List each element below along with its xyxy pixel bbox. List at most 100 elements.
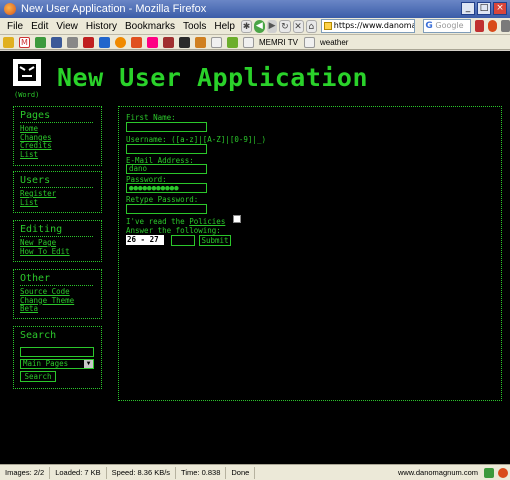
home-icon[interactable]: ⌂	[305, 19, 317, 33]
policies-link[interactable]: Policies	[189, 217, 225, 226]
bookmark-icon[interactable]	[99, 36, 110, 48]
policies-checkbox[interactable]	[233, 215, 241, 223]
menu-file[interactable]: File	[3, 21, 27, 32]
window-controls: _ □ ×	[461, 2, 507, 15]
menu-tools[interactable]: Tools	[179, 21, 210, 32]
bookmarks-bar: M MEMRI TV weather	[0, 35, 510, 50]
status-state: Done	[226, 466, 256, 479]
menu-edit[interactable]: Edit	[27, 21, 52, 32]
page-icon[interactable]	[211, 36, 222, 48]
bookmark-icon[interactable]	[83, 36, 94, 48]
throbber-icon: ✱	[240, 19, 253, 33]
policies-prefix: I've read the	[126, 217, 185, 226]
status-addon-icon[interactable]	[484, 467, 494, 478]
back-button-icon[interactable]: ◀	[254, 19, 265, 33]
bookmark-weather[interactable]: weather	[320, 38, 348, 47]
bookmark-memri-tv[interactable]: MEMRI TV	[259, 38, 298, 47]
addon-icon[interactable]	[474, 20, 484, 32]
bookmark-icon[interactable]	[115, 36, 126, 48]
logo-face-icon	[18, 64, 36, 81]
menu-view[interactable]: View	[52, 21, 82, 32]
bookmark-icon[interactable]	[179, 36, 190, 48]
sidebar-other-box: Other Source Code Change Theme Beta	[13, 269, 102, 319]
search-box[interactable]: G Google	[423, 19, 471, 33]
retype-password-label: Retype Password:	[126, 195, 199, 204]
download-icon[interactable]	[500, 20, 510, 32]
sidebar-editing-box: Editing New Page How To Edit	[13, 220, 102, 262]
bookmark-icon[interactable]	[67, 36, 78, 48]
search-scope-select[interactable]: Main Pages ▼	[20, 359, 94, 369]
page-content: (Word) New User Application Pages Home C…	[0, 51, 510, 464]
search-placeholder: Google	[435, 21, 464, 30]
sidebar-link-user-list[interactable]: List	[20, 198, 56, 208]
chevron-down-icon[interactable]: ▼	[84, 360, 93, 368]
sidebar-search-heading: Search	[20, 330, 57, 341]
username-field[interactable]	[126, 144, 207, 154]
firefox-icon	[4, 3, 16, 15]
close-button[interactable]: ×	[493, 2, 507, 15]
sidebar-link-list[interactable]: List	[20, 150, 52, 160]
adblock-icon[interactable]	[487, 20, 497, 32]
sidebar-pages-heading: Pages	[20, 110, 51, 121]
status-loaded: Loaded: 7 KB	[50, 466, 107, 479]
sidebar-search-box: Search Main Pages ▼ Search	[13, 326, 102, 389]
lock-icon	[323, 22, 332, 30]
captcha-label: Answer the following:	[126, 226, 221, 235]
gmail-icon[interactable]: M	[19, 36, 30, 48]
sidebar-link-how-to-edit[interactable]: How To Edit	[20, 247, 70, 257]
first-name-field[interactable]	[126, 122, 207, 132]
search-scope-value: Main Pages	[23, 359, 69, 368]
status-adblock-icon[interactable]	[498, 467, 508, 478]
folder-icon[interactable]	[3, 36, 14, 48]
bookmark-icon[interactable]	[131, 36, 142, 48]
facebook-icon[interactable]	[51, 36, 62, 48]
bookmark-icon[interactable]	[163, 36, 174, 48]
password-field[interactable]: ●●●●●●●●●●●	[126, 183, 207, 193]
policies-label: I've read the Policies	[126, 217, 225, 226]
window-titlebar: New User Application - Mozilla Firefox _…	[0, 0, 510, 18]
sidebar-pages-box: Pages Home Changes Credits List	[13, 106, 102, 166]
reload-icon[interactable]: ↻	[279, 19, 291, 33]
status-time: Time: 0.838	[176, 466, 227, 479]
menu-history[interactable]: History	[82, 21, 121, 32]
page-icon[interactable]	[303, 36, 315, 48]
logo-caption: (Word)	[14, 91, 40, 99]
url-bar[interactable]: https://www.danomagnum.com/w	[320, 19, 416, 33]
url-text: https://www.danomagnum.com/w	[333, 21, 415, 30]
captcha-answer-field[interactable]	[171, 235, 195, 246]
menu-help[interactable]: Help	[210, 21, 239, 32]
username-label: Username: ([a-z]|[A-Z]|[0-9]|_)	[126, 135, 266, 144]
sidebar-other-heading: Other	[20, 273, 51, 284]
bookmark-icon[interactable]	[35, 36, 46, 48]
minimize-button[interactable]: _	[461, 2, 475, 15]
retype-password-field[interactable]	[126, 204, 207, 214]
registration-form-panel: First Name: Username: ([a-z]|[A-Z]|[0-9]…	[118, 106, 502, 401]
sidebar-link-beta[interactable]: Beta	[20, 304, 74, 314]
page-title: New User Application	[57, 63, 369, 92]
divider	[20, 236, 93, 237]
menu-bookmarks[interactable]: Bookmarks	[121, 21, 179, 32]
status-bar: Images: 2/2 Loaded: 7 KB Speed: 8.36 KB/…	[0, 464, 510, 480]
captcha-question: 26 - 27 =	[126, 235, 164, 254]
flickr-icon[interactable]	[147, 36, 158, 48]
bookmark-icon[interactable]	[195, 36, 206, 48]
search-input[interactable]	[20, 347, 94, 357]
maximize-button[interactable]: □	[477, 2, 491, 15]
bookmark-icon[interactable]	[227, 36, 238, 48]
first-name-label: First Name:	[126, 113, 176, 122]
sidebar-editing-heading: Editing	[20, 224, 63, 235]
status-speed: Speed: 8.36 KB/s	[107, 466, 177, 479]
search-button[interactable]: Search	[20, 371, 56, 382]
email-field[interactable]: dano	[126, 164, 207, 174]
status-images: Images: 2/2	[0, 466, 51, 479]
site-logo	[13, 59, 41, 86]
menu-toolbar: File Edit View History Bookmarks Tools H…	[0, 18, 510, 35]
window-title: New User Application - Mozilla Firefox	[21, 3, 207, 15]
stop-icon[interactable]: ✕	[292, 19, 304, 33]
divider	[20, 122, 93, 123]
google-icon: G	[425, 21, 433, 31]
submit-button[interactable]: Submit	[199, 235, 231, 246]
sidebar-users-box: Users Register List	[13, 171, 102, 213]
page-icon[interactable]	[243, 36, 254, 48]
forward-button-icon[interactable]: ▶	[266, 19, 278, 33]
